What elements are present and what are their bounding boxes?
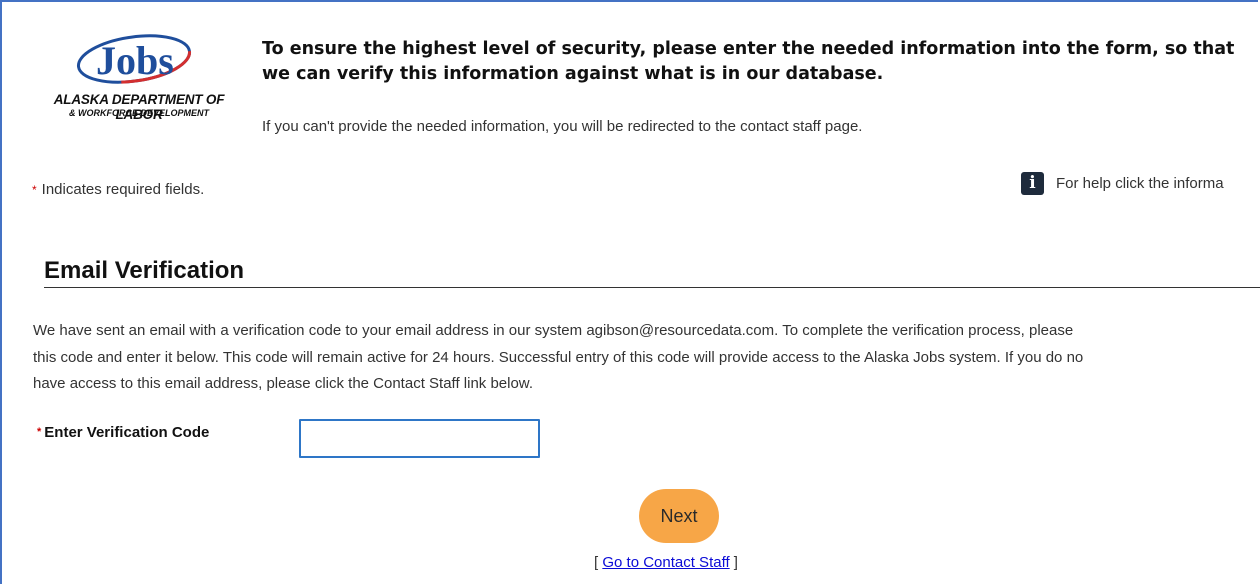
verification-code-input[interactable]	[299, 419, 540, 458]
section-divider	[44, 287, 1260, 288]
required-star-icon: *	[32, 183, 37, 197]
svg-text:Jobs: Jobs	[96, 38, 174, 83]
help-hint: i For help click the informa	[1021, 172, 1224, 195]
help-text: For help click the informa	[1056, 175, 1224, 192]
next-button[interactable]: Next	[639, 489, 719, 543]
instruction-line: We have sent an email with a verificatio…	[33, 322, 1074, 339]
verification-code-label: * Enter Verification Code	[37, 424, 209, 441]
required-fields-note: * Indicates required fields.	[32, 181, 204, 198]
required-note-text: Indicates required fields.	[41, 181, 205, 198]
verification-code-label-text: Enter Verification Code	[44, 424, 210, 441]
section-title: Email Verification	[44, 257, 245, 284]
verification-instructions: We have sent an email with a verificatio…	[33, 318, 1260, 398]
org-name-line2: & WORKFORCE DEVELOPMENT	[68, 108, 209, 118]
info-icon[interactable]: i	[1021, 172, 1044, 195]
redirect-note: If you can't provide the needed informat…	[262, 118, 863, 135]
agency-logo: Jobs ALASKA DEPARTMENT OF LABOR & WORKFO…	[30, 26, 250, 126]
instruction-line: this code and enter it below. This code …	[33, 348, 1084, 366]
security-headline: To ensure the highest level of security,…	[262, 39, 1235, 84]
required-star-icon: *	[37, 426, 42, 438]
contact-staff-container: [ Go to Contact Staff ]	[594, 554, 738, 571]
instruction-line: have access to this email address, pleas…	[33, 375, 533, 392]
jobs-logo-icon: Jobs	[76, 34, 192, 84]
bracket-close: ]	[729, 554, 738, 571]
contact-staff-link[interactable]: Go to Contact Staff	[602, 554, 729, 571]
